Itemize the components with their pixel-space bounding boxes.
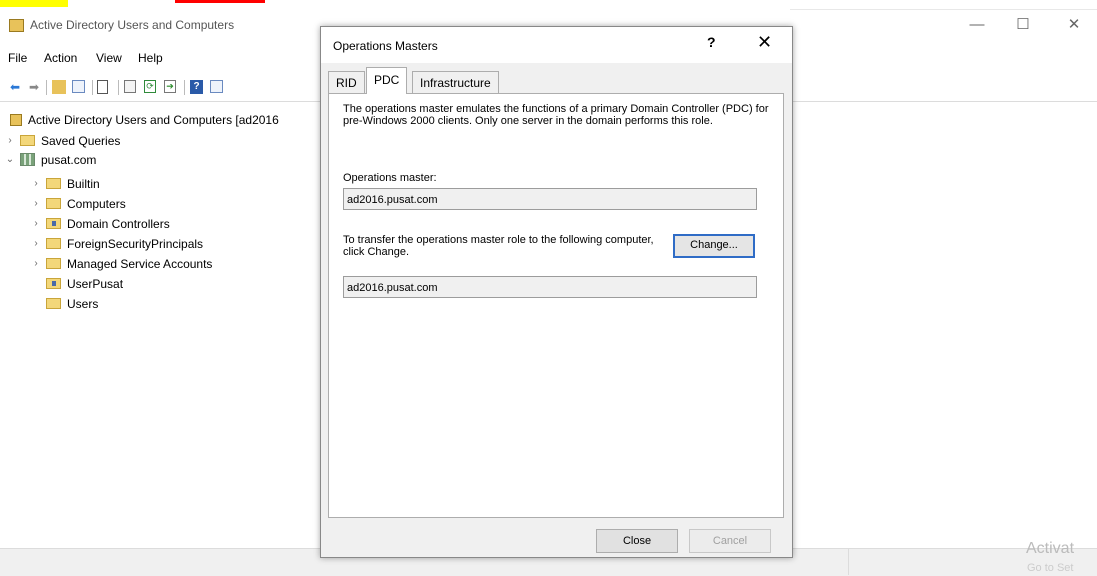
tree-item-computers[interactable]: › Computers	[30, 195, 126, 212]
activation-watermark: Activat	[1026, 540, 1075, 557]
back-icon[interactable]: ⬅	[7, 79, 23, 95]
operations-master-field[interactable]: ad2016.pusat.com	[343, 188, 757, 210]
tree-item-builtin[interactable]: › Builtin	[30, 175, 100, 192]
menu-help[interactable]: Help	[138, 51, 163, 65]
tree-item-domain-controllers[interactable]: › Domain Controllers	[30, 215, 170, 232]
maximize-button[interactable]: ☐	[1000, 12, 1046, 38]
ou-icon	[46, 218, 61, 229]
tree-item-label: Users	[67, 296, 99, 311]
tab-pdc[interactable]: PDC	[366, 67, 408, 94]
menu-bar: File Action View Help	[0, 48, 330, 70]
folder-icon	[46, 298, 61, 309]
tree-item-label: Builtin	[67, 176, 100, 191]
cancel-button: Cancel	[689, 529, 771, 553]
tree-root-label: Active Directory Users and Computers [ad…	[28, 112, 279, 127]
tree-item-domain[interactable]: ⌄ pusat.com	[4, 151, 97, 168]
dialog-help-button[interactable]: ?	[707, 34, 716, 50]
window-title: Active Directory Users and Computers	[30, 18, 235, 32]
forward-icon[interactable]: ➡	[26, 79, 42, 95]
minimize-button[interactable]: —	[954, 12, 1000, 38]
tab-panel-pdc: The operations master emulates the funct…	[328, 93, 784, 518]
change-button[interactable]: Change...	[673, 234, 755, 258]
transfer-label: To transfer the operations master role t…	[343, 234, 654, 258]
folder-icon	[46, 258, 61, 269]
tree-item-label: Computers	[67, 196, 126, 211]
tree-item-label: UserPusat	[67, 276, 124, 291]
chevron-right-icon[interactable]: ›	[30, 258, 42, 269]
activation-watermark-sub: Go to Set	[1027, 562, 1074, 574]
tree-item-label: Saved Queries	[41, 133, 121, 148]
chevron-right-icon[interactable]: ›	[30, 218, 42, 229]
show-hide-console-tree-icon[interactable]	[72, 80, 85, 93]
toolbar-separator	[92, 80, 93, 95]
toolbar: ⬅ ➡ ⟳ ➔ ?	[0, 76, 330, 98]
chevron-right-icon[interactable]: ›	[30, 238, 42, 249]
domain-icon	[20, 153, 35, 166]
up-folder-icon[interactable]	[52, 80, 66, 94]
tree-item-users[interactable]: Users	[30, 295, 98, 312]
dialog-close-icon[interactable]: ✕	[757, 32, 772, 53]
copy-icon[interactable]	[124, 80, 136, 93]
folder-icon	[20, 135, 35, 146]
toolbar-separator	[118, 80, 119, 95]
close-window-button[interactable]: ✕	[1051, 12, 1097, 38]
tree-item-label: Domain Controllers	[67, 216, 170, 231]
role-description: The operations master emulates the funct…	[343, 103, 769, 127]
aduc-app-icon	[9, 19, 24, 32]
tab-rid[interactable]: RID	[328, 71, 365, 93]
tab-infrastructure[interactable]: Infrastructure	[412, 71, 499, 93]
properties-icon[interactable]	[97, 80, 108, 94]
toolbar-separator	[46, 80, 47, 95]
transfer-target-field[interactable]: ad2016.pusat.com	[343, 276, 757, 298]
console-tree: Active Directory Users and Computers [ad…	[0, 108, 320, 548]
operations-master-label: Operations master:	[343, 172, 437, 184]
chevron-right-icon[interactable]: ›	[30, 198, 42, 209]
toolbar-separator	[184, 80, 185, 95]
tree-item-label: Managed Service Accounts	[67, 256, 213, 271]
close-button[interactable]: Close	[596, 529, 678, 553]
tree-item-saved-queries[interactable]: › Saved Queries	[4, 132, 120, 149]
tree-root[interactable]: Active Directory Users and Computers [ad…	[10, 111, 279, 128]
banner-red-text	[175, 0, 265, 3]
chevron-right-icon[interactable]: ›	[4, 135, 16, 146]
export-list-icon[interactable]: ➔	[164, 80, 176, 93]
dialog-title: Operations Masters	[333, 39, 438, 53]
operations-masters-dialog: Operations Masters ? ✕ RID PDC Infrastru…	[320, 26, 793, 558]
folder-icon	[46, 178, 61, 189]
help-icon[interactable]: ?	[190, 80, 203, 94]
folder-icon	[46, 238, 61, 249]
tree-item-userpusat[interactable]: UserPusat	[30, 275, 123, 292]
menu-file[interactable]: File	[8, 51, 27, 65]
banner-highlight	[0, 0, 68, 7]
folder-icon	[46, 198, 61, 209]
show-action-pane-icon[interactable]	[210, 80, 223, 93]
aduc-icon	[10, 113, 22, 126]
tree-item-managed-service-accounts[interactable]: › Managed Service Accounts	[30, 255, 212, 272]
status-divider	[848, 549, 849, 575]
chevron-right-icon[interactable]: ›	[30, 178, 42, 189]
menu-view[interactable]: View	[96, 51, 122, 65]
refresh-icon[interactable]: ⟳	[144, 80, 156, 93]
tree-item-label: ForeignSecurityPrincipals	[67, 236, 204, 251]
tree-item-label: pusat.com	[41, 152, 97, 167]
chevron-down-icon[interactable]: ⌄	[4, 154, 16, 165]
tree-item-foreign-security-principals[interactable]: › ForeignSecurityPrincipals	[30, 235, 203, 252]
ou-icon	[46, 278, 61, 289]
menu-action[interactable]: Action	[44, 51, 77, 65]
